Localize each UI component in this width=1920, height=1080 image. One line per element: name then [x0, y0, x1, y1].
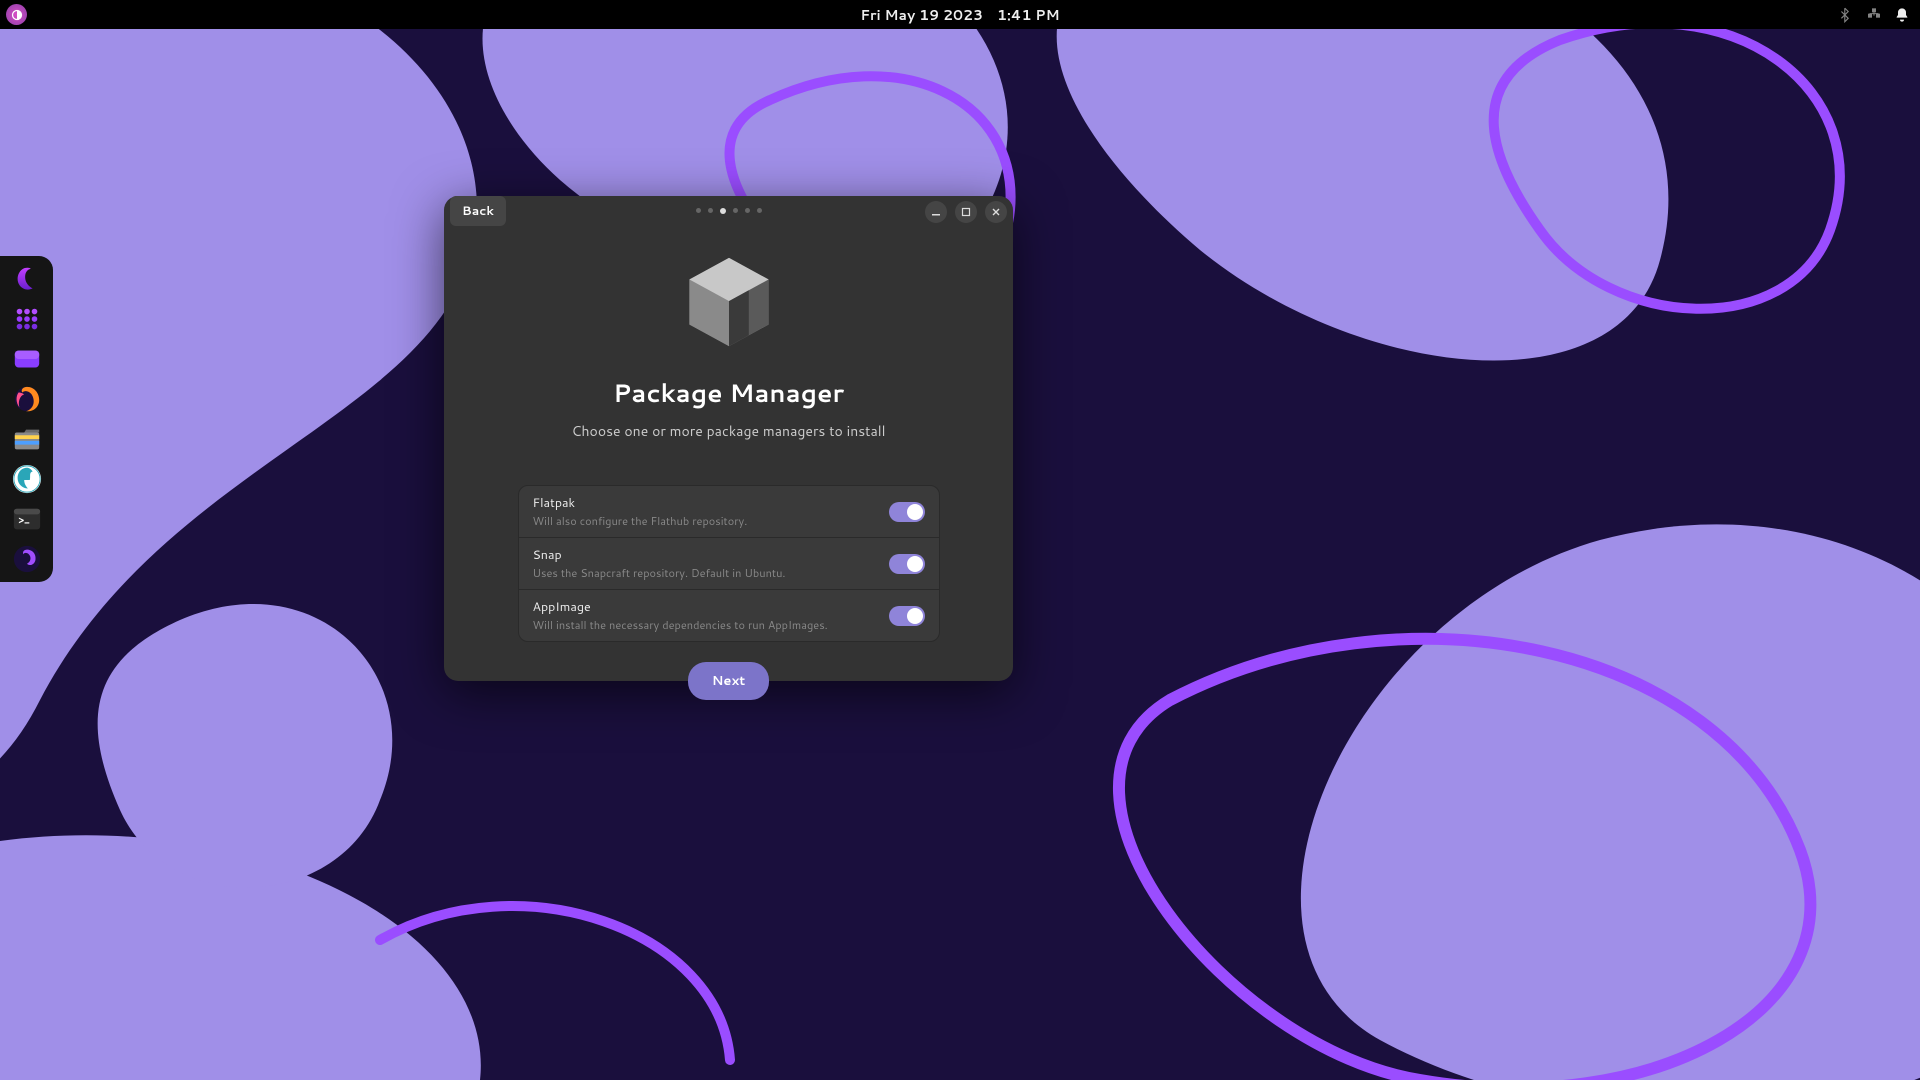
step-dot — [696, 208, 701, 213]
maximize-button[interactable] — [955, 201, 977, 223]
dock-app-launcher[interactable] — [12, 264, 42, 294]
dock-app-chat[interactable] — [12, 344, 42, 374]
option-desc: Uses the Snapcraft repository. Default i… — [533, 565, 889, 581]
notifications-icon[interactable] — [1892, 5, 1912, 25]
dock-app-grid[interactable] — [12, 304, 42, 334]
toggle-flatpak[interactable] — [889, 502, 925, 522]
option-list: Flatpak Will also configure the Flathub … — [518, 485, 940, 642]
top-bar: Fri May 19 2023 1:41 PM — [0, 0, 1920, 29]
option-row-snap: Snap Uses the Snapcraft repository. Defa… — [519, 537, 939, 589]
svg-text:>_: >_ — [18, 514, 29, 528]
next-button[interactable]: Next — [688, 662, 769, 700]
dock-app-terminal[interactable]: >_ — [12, 504, 42, 534]
dock-app-files[interactable] — [12, 424, 42, 454]
page-subtitle: Choose one or more package managers to i… — [571, 421, 885, 441]
setup-window: Back Package Manager Choose one or more … — [444, 196, 1013, 681]
clock[interactable]: Fri May 19 2023 1:41 PM — [860, 5, 1059, 25]
dialog-body: Package Manager Choose one or more packa… — [444, 226, 1013, 730]
option-desc: Will install the necessary dependencies … — [533, 617, 889, 633]
step-dot-active — [720, 208, 726, 214]
system-tray — [1836, 0, 1912, 29]
step-dot — [745, 208, 750, 213]
minimize-button[interactable] — [925, 201, 947, 223]
clock-time: 1:41 PM — [997, 5, 1060, 25]
step-dot — [757, 208, 762, 213]
dock: >_ — [0, 256, 53, 582]
option-name: Snap — [533, 546, 889, 564]
option-name: AppImage — [533, 598, 889, 616]
dock-app-game[interactable] — [12, 544, 42, 574]
dock-app-firefox[interactable] — [12, 384, 42, 414]
network-icon[interactable] — [1864, 5, 1884, 25]
back-button[interactable]: Back — [450, 196, 506, 226]
clock-date: Fri May 19 2023 — [860, 5, 983, 25]
toggle-appimage[interactable] — [889, 606, 925, 626]
activities-button[interactable] — [6, 4, 27, 25]
package-icon — [684, 252, 774, 352]
option-row-flatpak: Flatpak Will also configure the Flathub … — [519, 486, 939, 537]
page-title: Package Manager — [613, 376, 844, 411]
titlebar[interactable]: Back — [444, 196, 1013, 226]
bluetooth-icon[interactable] — [1836, 5, 1856, 25]
step-dot — [708, 208, 713, 213]
step-dot — [733, 208, 738, 213]
option-name: Flatpak — [533, 494, 889, 512]
option-row-appimage: AppImage Will install the necessary depe… — [519, 589, 939, 641]
dock-app-vscode[interactable] — [12, 464, 42, 494]
option-desc: Will also configure the Flathub reposito… — [533, 513, 889, 529]
toggle-snap[interactable] — [889, 554, 925, 574]
step-indicator — [696, 208, 762, 214]
close-button[interactable] — [985, 201, 1007, 223]
